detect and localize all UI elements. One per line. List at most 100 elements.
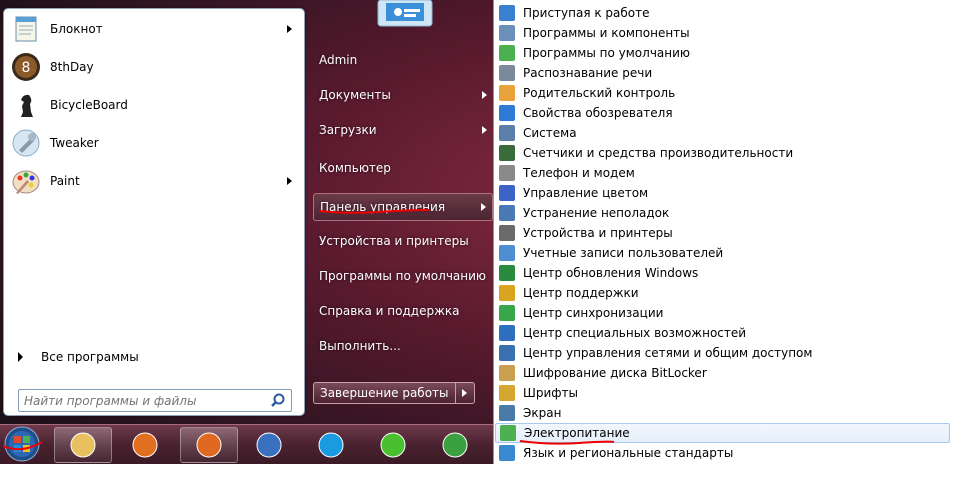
control-panel-item-icon bbox=[499, 125, 515, 141]
control-panel-item[interactable]: Язык и региональные стандарты bbox=[495, 443, 950, 463]
control-panel-item[interactable]: Свойства обозревателя bbox=[495, 103, 950, 123]
search-input[interactable] bbox=[19, 393, 269, 408]
link-label: Компьютер bbox=[319, 161, 391, 175]
control-panel-item[interactable]: Учетные записи пользователей bbox=[495, 243, 950, 263]
control-panel-item-label: Счетчики и средства производительности bbox=[523, 146, 794, 160]
control-panel-item-icon bbox=[499, 185, 515, 201]
control-panel-item[interactable]: Центр синхронизации bbox=[495, 303, 950, 323]
control-panel-item[interactable]: Программы по умолчанию bbox=[495, 43, 950, 63]
control-panel-item-icon bbox=[499, 245, 515, 261]
program-item-notepad[interactable]: Блокнот bbox=[8, 11, 302, 47]
search-icon[interactable] bbox=[269, 392, 287, 410]
control-panel-item-label: Родительский контроль bbox=[523, 86, 676, 100]
control-panel-item[interactable]: Распознавание речи bbox=[495, 63, 950, 83]
control-panel-item-icon bbox=[499, 265, 515, 281]
control-panel-item-icon bbox=[499, 105, 515, 121]
program-item-8thday[interactable]: 8 8thDay bbox=[8, 49, 302, 85]
submenu-arrow-icon[interactable] bbox=[287, 25, 292, 33]
control-panel-item[interactable]: Программы и компоненты bbox=[495, 23, 950, 43]
user-picture-icon[interactable] bbox=[372, 0, 438, 30]
control-panel-item-label: Язык и региональные стандарты bbox=[523, 446, 734, 460]
control-panel-item[interactable]: Управление цветом bbox=[495, 183, 950, 203]
control-panel-item[interactable]: Счетчики и средства производительности bbox=[495, 143, 950, 163]
start-link-admin[interactable]: Admin bbox=[313, 46, 493, 74]
control-panel-item[interactable]: Центр обновления Windows bbox=[495, 263, 950, 283]
control-panel-item-icon bbox=[499, 65, 515, 81]
submenu-arrow-icon bbox=[481, 203, 486, 211]
taskbar-button[interactable] bbox=[426, 427, 484, 463]
utorrent-icon bbox=[442, 432, 468, 458]
explorer-icon bbox=[70, 432, 96, 458]
taskbar-button[interactable] bbox=[302, 427, 360, 463]
all-programs-button[interactable]: Все программы bbox=[14, 346, 304, 368]
control-panel-item[interactable]: Устранение неполадок bbox=[495, 203, 950, 223]
program-label: BicycleBoard bbox=[50, 98, 128, 112]
control-panel-item-icon bbox=[499, 225, 515, 241]
icq-icon bbox=[380, 432, 406, 458]
start-link-documents[interactable]: Документы bbox=[313, 81, 493, 109]
control-panel-item[interactable]: Центр специальных возможностей bbox=[495, 323, 950, 343]
control-panel-item[interactable]: Шрифты bbox=[495, 383, 950, 403]
taskbar-button[interactable] bbox=[240, 427, 298, 463]
program-label: 8thDay bbox=[50, 60, 94, 74]
start-link-run[interactable]: Выполнить... bbox=[313, 332, 493, 360]
media-player-icon bbox=[132, 432, 158, 458]
control-panel-item[interactable]: Устройства и принтеры bbox=[495, 223, 950, 243]
control-panel-item[interactable]: Система bbox=[495, 123, 950, 143]
control-panel-item-label: Шрифты bbox=[523, 386, 578, 400]
control-panel-item-icon bbox=[499, 365, 515, 381]
control-panel-item-label: Программы по умолчанию bbox=[523, 46, 691, 60]
control-panel-item[interactable]: Телефон и модем bbox=[495, 163, 950, 183]
link-label: Устройства и принтеры bbox=[319, 234, 469, 248]
taskbar-button[interactable] bbox=[116, 427, 174, 463]
control-panel-item-icon bbox=[499, 45, 515, 61]
link-label: Документы bbox=[319, 88, 391, 102]
program-item-tweaker[interactable]: Tweaker bbox=[8, 125, 302, 161]
start-link-help-support[interactable]: Справка и поддержка bbox=[313, 297, 493, 325]
control-panel-item-icon bbox=[499, 5, 515, 21]
link-label: Загрузки bbox=[319, 123, 377, 137]
arrow-right-icon bbox=[462, 389, 468, 397]
control-panel-item-label: Программы и компоненты bbox=[523, 26, 690, 40]
control-panel-item-icon bbox=[499, 345, 515, 361]
taskbar-button[interactable] bbox=[180, 427, 238, 463]
start-link-downloads[interactable]: Загрузки bbox=[313, 116, 493, 144]
control-panel-item[interactable]: Приступая к работе bbox=[495, 3, 950, 23]
control-panel-item-label: Шифрование диска BitLocker bbox=[523, 366, 707, 380]
link-label: Программы по умолчанию bbox=[319, 269, 487, 283]
arrow-right-icon bbox=[18, 352, 23, 362]
start-link-default-programs[interactable]: Программы по умолчанию bbox=[313, 262, 493, 290]
link-label: Выполнить... bbox=[319, 339, 401, 353]
control-panel-item-label: Управление цветом bbox=[523, 186, 649, 200]
program-item-bicycleboard[interactable]: BicycleBoard bbox=[8, 87, 302, 123]
control-panel-item[interactable]: Шифрование диска BitLocker bbox=[495, 363, 950, 383]
start-orb-button[interactable] bbox=[0, 424, 44, 464]
control-panel-item-label: Свойства обозревателя bbox=[523, 106, 673, 120]
control-panel-item[interactable]: Центр управления сетями и общим доступом bbox=[495, 343, 950, 363]
start-link-computer[interactable]: Компьютер bbox=[313, 154, 493, 182]
search-box[interactable] bbox=[18, 389, 292, 412]
control-panel-item-label: Учетные записи пользователей bbox=[523, 246, 724, 260]
red-underline-annotation bbox=[318, 209, 430, 214]
submenu-arrow-icon[interactable] bbox=[287, 177, 292, 185]
link-label: Admin bbox=[319, 53, 358, 67]
program-item-paint[interactable]: Paint bbox=[8, 163, 302, 199]
control-panel-item-icon bbox=[499, 205, 515, 221]
control-panel-item[interactable]: Экран bbox=[495, 403, 950, 423]
shutdown-options-button[interactable] bbox=[454, 382, 475, 404]
submenu-arrow-icon bbox=[482, 126, 487, 134]
control-panel-item-icon bbox=[499, 385, 515, 401]
all-programs-label: Все программы bbox=[41, 350, 139, 364]
control-panel-item[interactable]: Родительский контроль bbox=[495, 83, 950, 103]
program-label: Paint bbox=[50, 174, 80, 188]
control-panel-item[interactable]: Центр поддержки bbox=[495, 283, 950, 303]
control-panel-item-icon bbox=[499, 25, 515, 41]
submenu-arrow-icon bbox=[482, 91, 487, 99]
link-label: Справка и поддержка bbox=[319, 304, 460, 318]
control-panel-item-label: Центр обновления Windows bbox=[523, 266, 699, 280]
firefox-icon bbox=[196, 432, 222, 458]
taskbar-button[interactable] bbox=[54, 427, 112, 463]
taskbar-button[interactable] bbox=[364, 427, 422, 463]
start-link-devices-printers[interactable]: Устройства и принтеры bbox=[313, 227, 493, 255]
shutdown-button[interactable]: Завершение работы bbox=[313, 382, 455, 404]
